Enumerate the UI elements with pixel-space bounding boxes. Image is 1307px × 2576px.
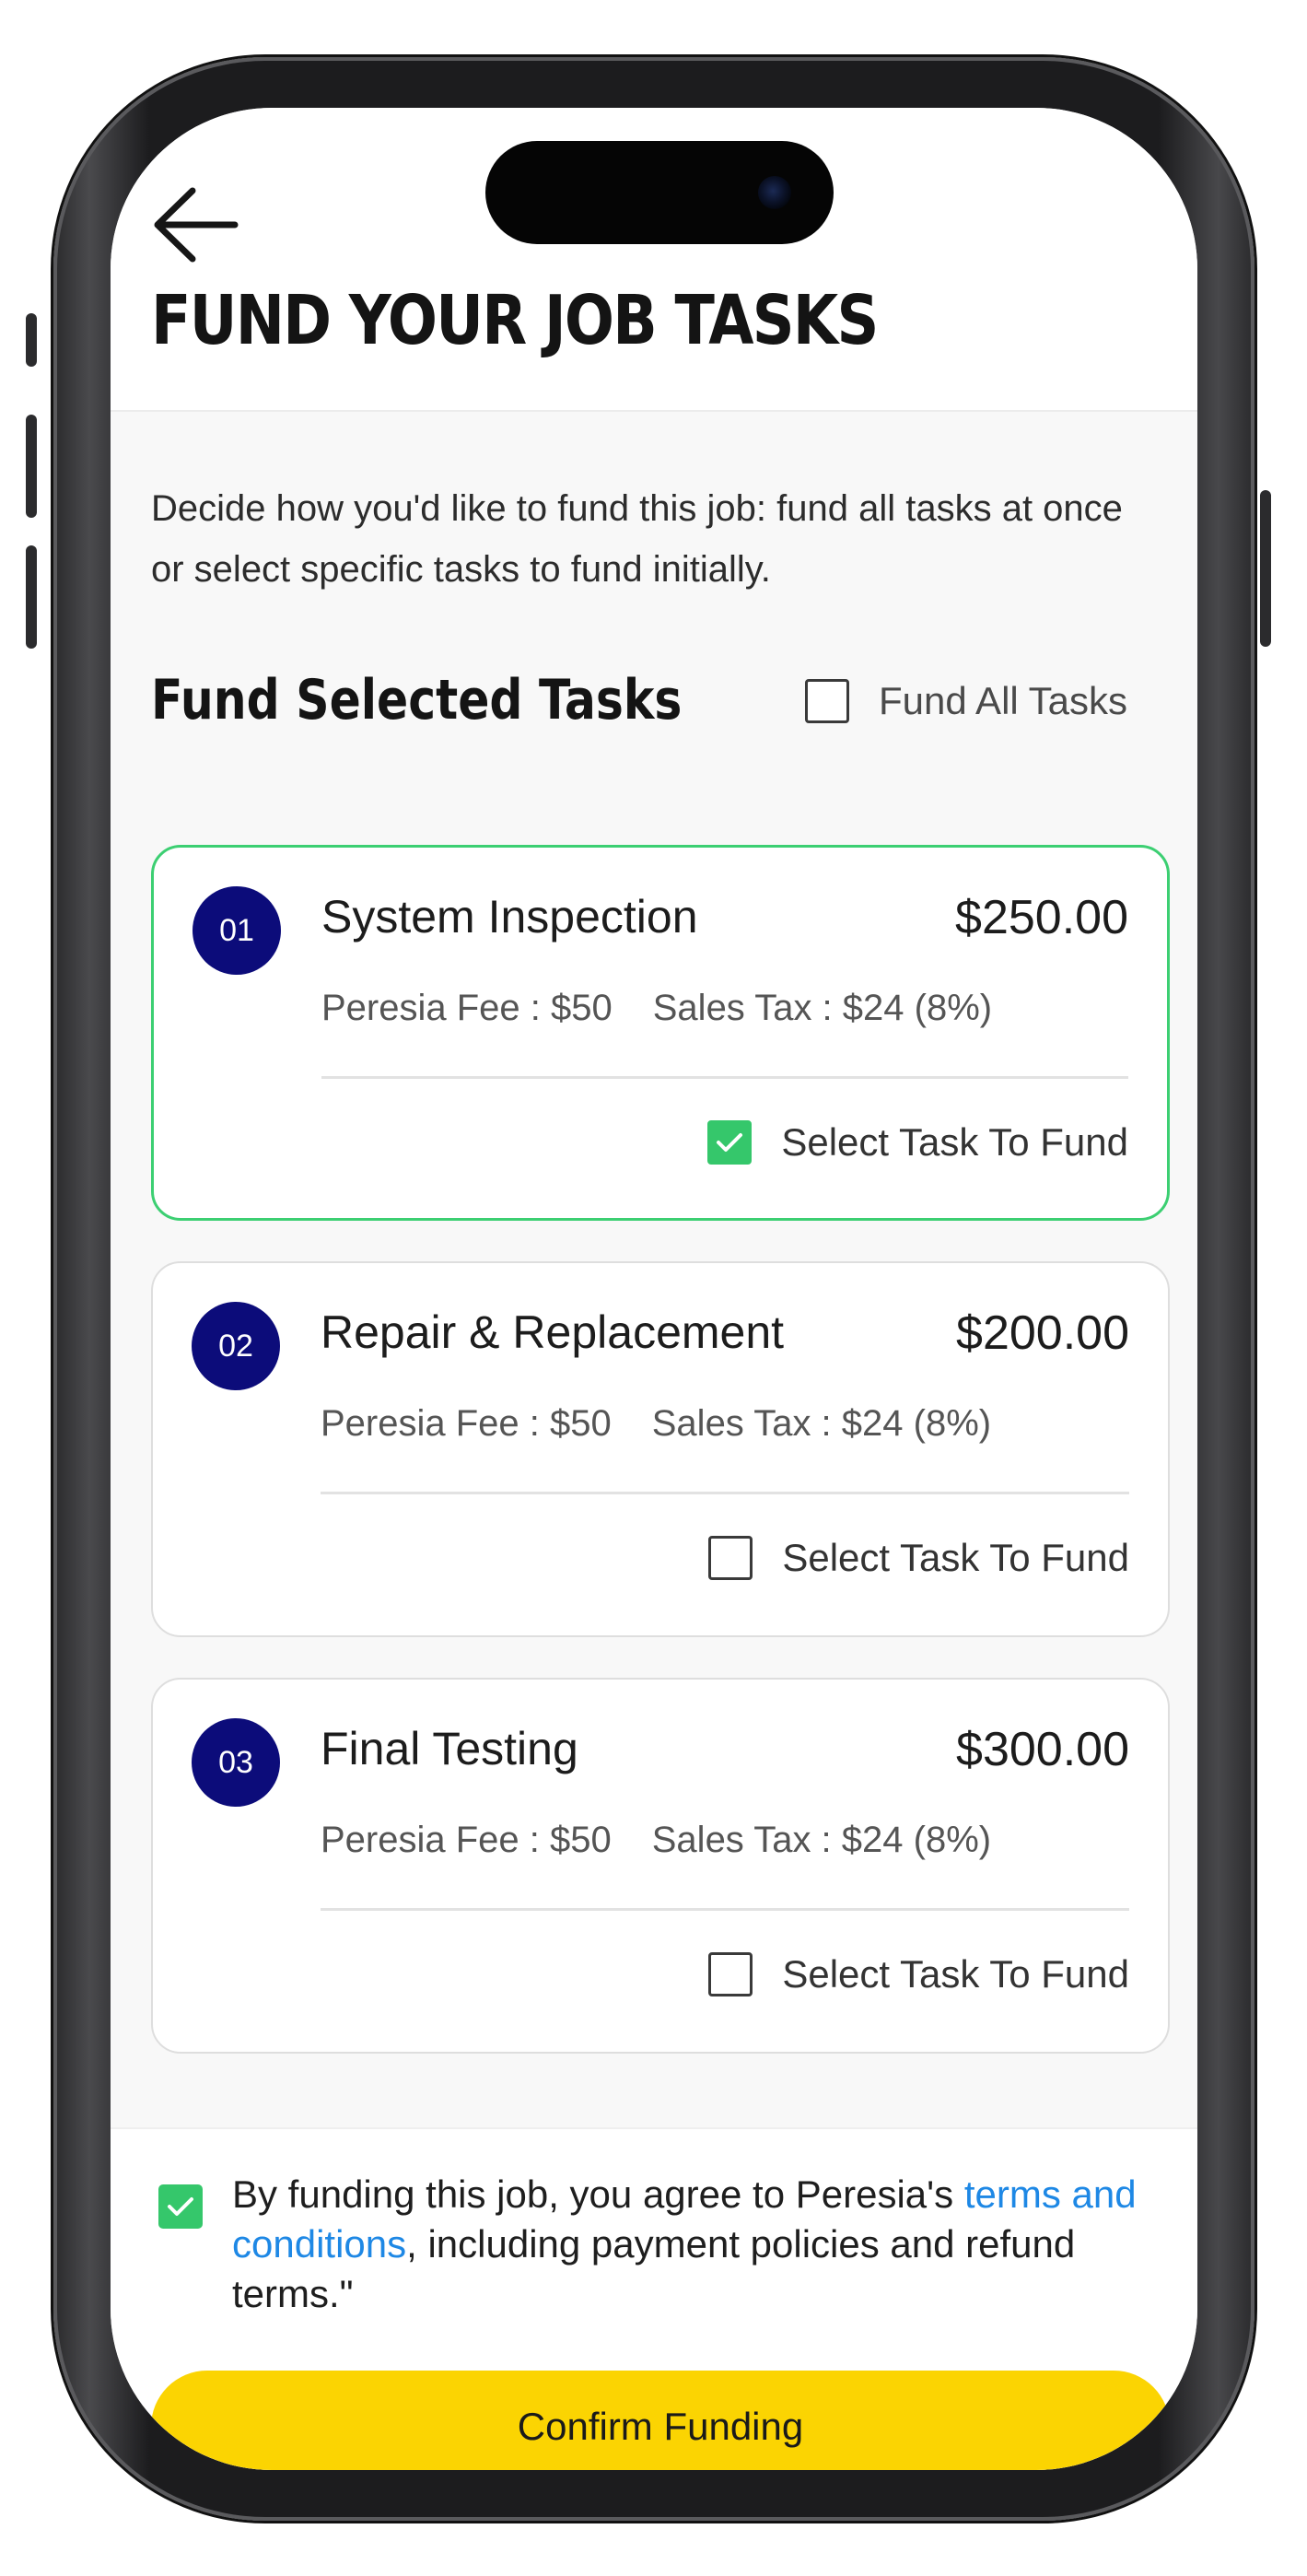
task-price: $200.00 [956, 1306, 1129, 1360]
select-task-label: Select Task To Fund [782, 1952, 1129, 1996]
task-number-badge: 03 [192, 1718, 280, 1807]
footer-panel: By funding this job, you agree to Peresi… [111, 2127, 1197, 2470]
task-number-badge: 02 [192, 1302, 280, 1390]
task-fees: Peresia Fee : $50 Sales Tax : $24 (8%) [321, 1403, 991, 1445]
select-task-toggle[interactable]: Select Task To Fund [707, 1120, 1128, 1165]
divider [321, 1076, 1128, 1079]
phone-screen: FUND YOUR JOB TASKS Decide how you'd lik… [111, 108, 1197, 2470]
peresia-fee: Peresia Fee : $50 [321, 1820, 612, 1860]
terms-prefix: By funding this job, you agree to Peresi… [232, 2172, 964, 2216]
fund-all-label: Fund All Tasks [878, 679, 1127, 722]
task-price: $300.00 [956, 1723, 1129, 1776]
section-title: Fund Selected Tasks [151, 668, 683, 732]
terms-agreement-text: By funding this job, you agree to Peresi… [232, 2170, 1181, 2319]
fund-all-checkbox[interactable] [804, 679, 849, 723]
divider [321, 1908, 1129, 1911]
intro-text: Decide how you'd like to fund this job: … [151, 488, 1123, 590]
select-task-toggle[interactable]: Select Task To Fund [708, 1536, 1129, 1580]
select-task-label: Select Task To Fund [781, 1120, 1128, 1164]
peresia-fee: Peresia Fee : $50 [321, 988, 613, 1028]
arrow-left-icon [154, 187, 239, 263]
task-card[interactable]: 02 Repair & Replacement $200.00 Peresia … [151, 1261, 1170, 1637]
dynamic-island [485, 141, 834, 244]
sales-tax: Sales Tax : $24 (8%) [651, 1403, 992, 1444]
camera-lens-icon [758, 176, 791, 209]
divider [321, 1492, 1129, 1494]
task-name: System Inspection [321, 891, 698, 943]
action-button [26, 313, 37, 367]
task-card[interactable]: 03 Final Testing $300.00 Peresia Fee : $… [151, 1678, 1170, 2054]
sales-tax: Sales Tax : $24 (8%) [651, 1820, 992, 1860]
confirm-funding-button[interactable]: Confirm Funding [151, 2371, 1170, 2470]
volume-up-button [26, 415, 37, 518]
fund-all-tasks-toggle[interactable]: Fund All Tasks [804, 679, 1127, 723]
select-task-toggle[interactable]: Select Task To Fund [708, 1952, 1129, 1996]
task-name: Final Testing [321, 1723, 578, 1774]
task-price: $250.00 [955, 891, 1128, 944]
sales-tax: Sales Tax : $24 (8%) [652, 988, 993, 1028]
task-name: Repair & Replacement [321, 1306, 785, 1358]
task-fees: Peresia Fee : $50 Sales Tax : $24 (8%) [321, 1820, 991, 1861]
select-task-checkbox[interactable] [708, 1536, 753, 1580]
volume-down-button [26, 545, 37, 649]
task-number-badge: 01 [193, 886, 281, 975]
terms-agree-checkbox[interactable] [158, 2184, 203, 2229]
select-task-checkbox[interactable] [708, 1952, 753, 1996]
power-button [1260, 490, 1271, 647]
select-task-checkbox[interactable] [707, 1120, 753, 1165]
back-button[interactable] [146, 174, 247, 275]
task-card[interactable]: 01 System Inspection $250.00 Peresia Fee… [151, 845, 1170, 1221]
phone-frame: FUND YOUR JOB TASKS Decide how you'd lik… [26, 57, 1271, 2521]
checkmark-icon [717, 1133, 743, 1152]
select-task-label: Select Task To Fund [782, 1536, 1129, 1579]
page-title: FUND YOUR JOB TASKS [151, 281, 879, 360]
peresia-fee: Peresia Fee : $50 [321, 1403, 612, 1444]
checkmark-icon [168, 2197, 193, 2216]
task-fees: Peresia Fee : $50 Sales Tax : $24 (8%) [321, 988, 992, 1029]
